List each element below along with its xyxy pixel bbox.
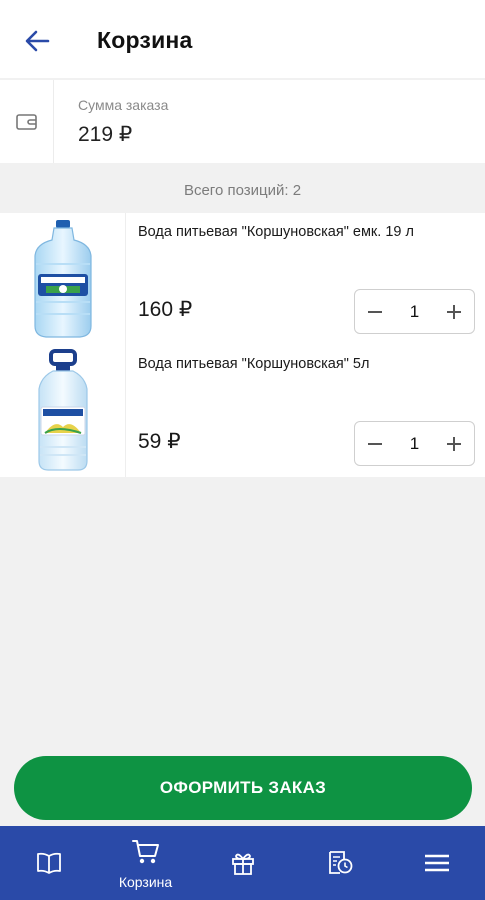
app-bar: Корзина [0,0,485,78]
nav-catalog[interactable] [0,826,97,900]
product-name[interactable]: Вода питьевая "Коршуновская" 5л [138,356,369,372]
nav-menu[interactable] [388,826,485,900]
water-bottle-19l-image [33,220,92,338]
items-count: Всего позиций: 2 [183,181,302,199]
product-price: 59 ₽ [138,430,181,453]
plus-icon [447,304,461,319]
quantity-value: 1 [409,433,420,453]
product-image[interactable] [0,213,126,345]
order-sum-label: Сумма заказа [78,97,169,113]
checkout-button[interactable]: ОФОРМИТЬ ЗАКАЗ [14,756,472,820]
product-price: 160 ₽ [138,298,193,321]
decrease-button[interactable] [355,290,395,333]
quantity-value: 1 [409,301,420,321]
bottom-nav: Корзина [0,826,485,900]
minus-icon [368,442,382,445]
product-name[interactable]: Вода питьевая "Коршуновская" емк. 19 л [138,224,414,240]
order-summary: Сумма заказа 219 ₽ [0,80,485,163]
nav-cart[interactable]: Корзина [97,826,194,900]
product-image[interactable] [0,345,126,477]
water-bottle-5l-image [37,349,88,471]
nav-gifts[interactable] [194,826,291,900]
page-title: Корзина [97,27,193,53]
plus-icon [447,436,461,451]
minus-icon [368,310,382,313]
increase-button[interactable] [434,290,474,333]
back-button[interactable] [20,24,54,58]
cart-icon [97,838,194,866]
catalog-book-icon [0,852,97,874]
wallet-icon [15,113,37,130]
order-sum-value: 219 ₽ [78,123,133,146]
cart-item: Вода питьевая "Коршуновская" емк. 19 л 1… [0,213,485,345]
quantity-stepper: 1 [354,421,475,466]
increase-button[interactable] [434,422,474,465]
cart-list: Вода питьевая "Коршуновская" емк. 19 л 1… [0,213,485,477]
quantity-stepper: 1 [354,289,475,334]
nav-cart-label: Корзина [118,874,173,890]
decrease-button[interactable] [355,422,395,465]
cart-item: Вода питьевая "Коршуновская" 5л 59 ₽ 1 [0,345,485,477]
wallet-icon-box [0,80,54,163]
arrow-left-icon [25,30,50,52]
gift-icon [194,850,291,876]
menu-icon [388,854,485,872]
nav-orders[interactable] [291,826,388,900]
orders-history-icon [291,848,388,876]
